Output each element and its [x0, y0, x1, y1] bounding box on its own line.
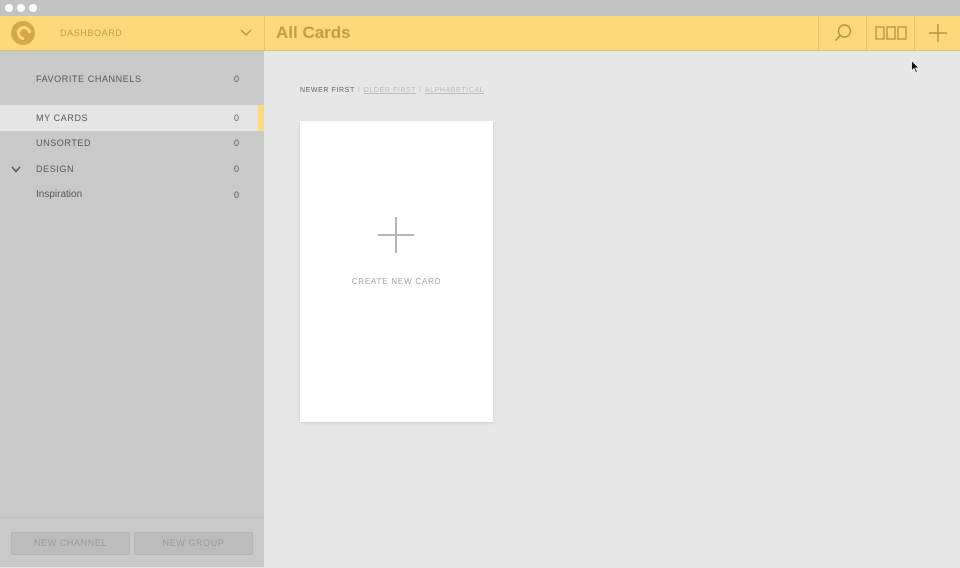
sidebar-item-inspiration[interactable]: Inspiration 0 [0, 182, 264, 208]
window-close-dot[interactable] [5, 4, 13, 12]
sidebar-item-count: 0 [233, 74, 239, 84]
search-icon [834, 24, 851, 42]
sort-newer-first[interactable]: NEWER FIRST [300, 87, 355, 94]
chevron-down-icon[interactable] [240, 26, 252, 38]
window-maximize-dot[interactable] [29, 4, 37, 12]
sort-alphabetical[interactable]: ALPHABETICAL [425, 87, 484, 94]
sidebar-item-my-cards[interactable]: MY CARDS 0 [0, 105, 264, 131]
sidebar-item-label: FAVORITE CHANNELS [36, 74, 142, 84]
dashboard-dropdown-label[interactable]: DASHBOARD [60, 16, 122, 50]
sidebar-item-label: MY CARDS [36, 113, 89, 123]
window-titlebar [0, 0, 960, 16]
view-toggle-button[interactable] [867, 16, 914, 50]
grid-view-icon [874, 26, 907, 40]
page-title: All Cards [276, 23, 351, 42]
sort-options: NEWER FIRST / OLDER FIRST / ALPHABETICAL [300, 86, 484, 96]
sidebar-item-label: DESIGN [36, 164, 75, 174]
sidebar-item-count: 0 [233, 190, 239, 200]
plus-icon [928, 24, 947, 42]
sort-older-first[interactable]: OLDER FIRST [363, 87, 416, 94]
sidebar-item-favorite-channels[interactable]: FAVORITE CHANNELS 0 [0, 66, 264, 92]
sidebar-item-count: 0 [233, 164, 239, 174]
create-new-card[interactable]: CREATE NEW CARD [300, 121, 493, 422]
new-channel-button[interactable]: NEW CHANNEL [11, 532, 130, 555]
sidebar-item-count: 0 [233, 113, 239, 123]
mouse-cursor-icon [911, 60, 920, 74]
sort-separator: / [419, 87, 422, 94]
sidebar-footer: NEW CHANNEL NEW GROUP [0, 517, 264, 568]
c-logo-icon[interactable] [11, 21, 35, 45]
sort-separator: / [357, 87, 361, 94]
sidebar-item-design[interactable]: DESIGN 0 [0, 156, 264, 182]
header-divider [264, 16, 265, 50]
create-new-card-label: CREATE NEW CARD [351, 277, 442, 286]
sidebar: FAVORITE CHANNELS 0 MY CARDS 0 UNSORTED … [0, 51, 264, 567]
chevron-down-icon[interactable] [11, 164, 21, 174]
add-button[interactable] [915, 16, 960, 50]
new-group-button[interactable]: NEW GROUP [134, 532, 253, 555]
sidebar-item-count: 0 [233, 138, 239, 148]
sidebar-item-label: UNSORTED [36, 138, 92, 148]
plus-icon [378, 217, 414, 253]
sidebar-item-label: Inspiration [36, 189, 83, 200]
search-button[interactable] [819, 16, 866, 50]
window-minimize-dot[interactable] [17, 4, 25, 12]
app-header: DASHBOARD All Cards [0, 16, 960, 51]
logo-letter [14, 23, 34, 43]
sidebar-item-unsorted[interactable]: UNSORTED 0 [0, 130, 264, 156]
